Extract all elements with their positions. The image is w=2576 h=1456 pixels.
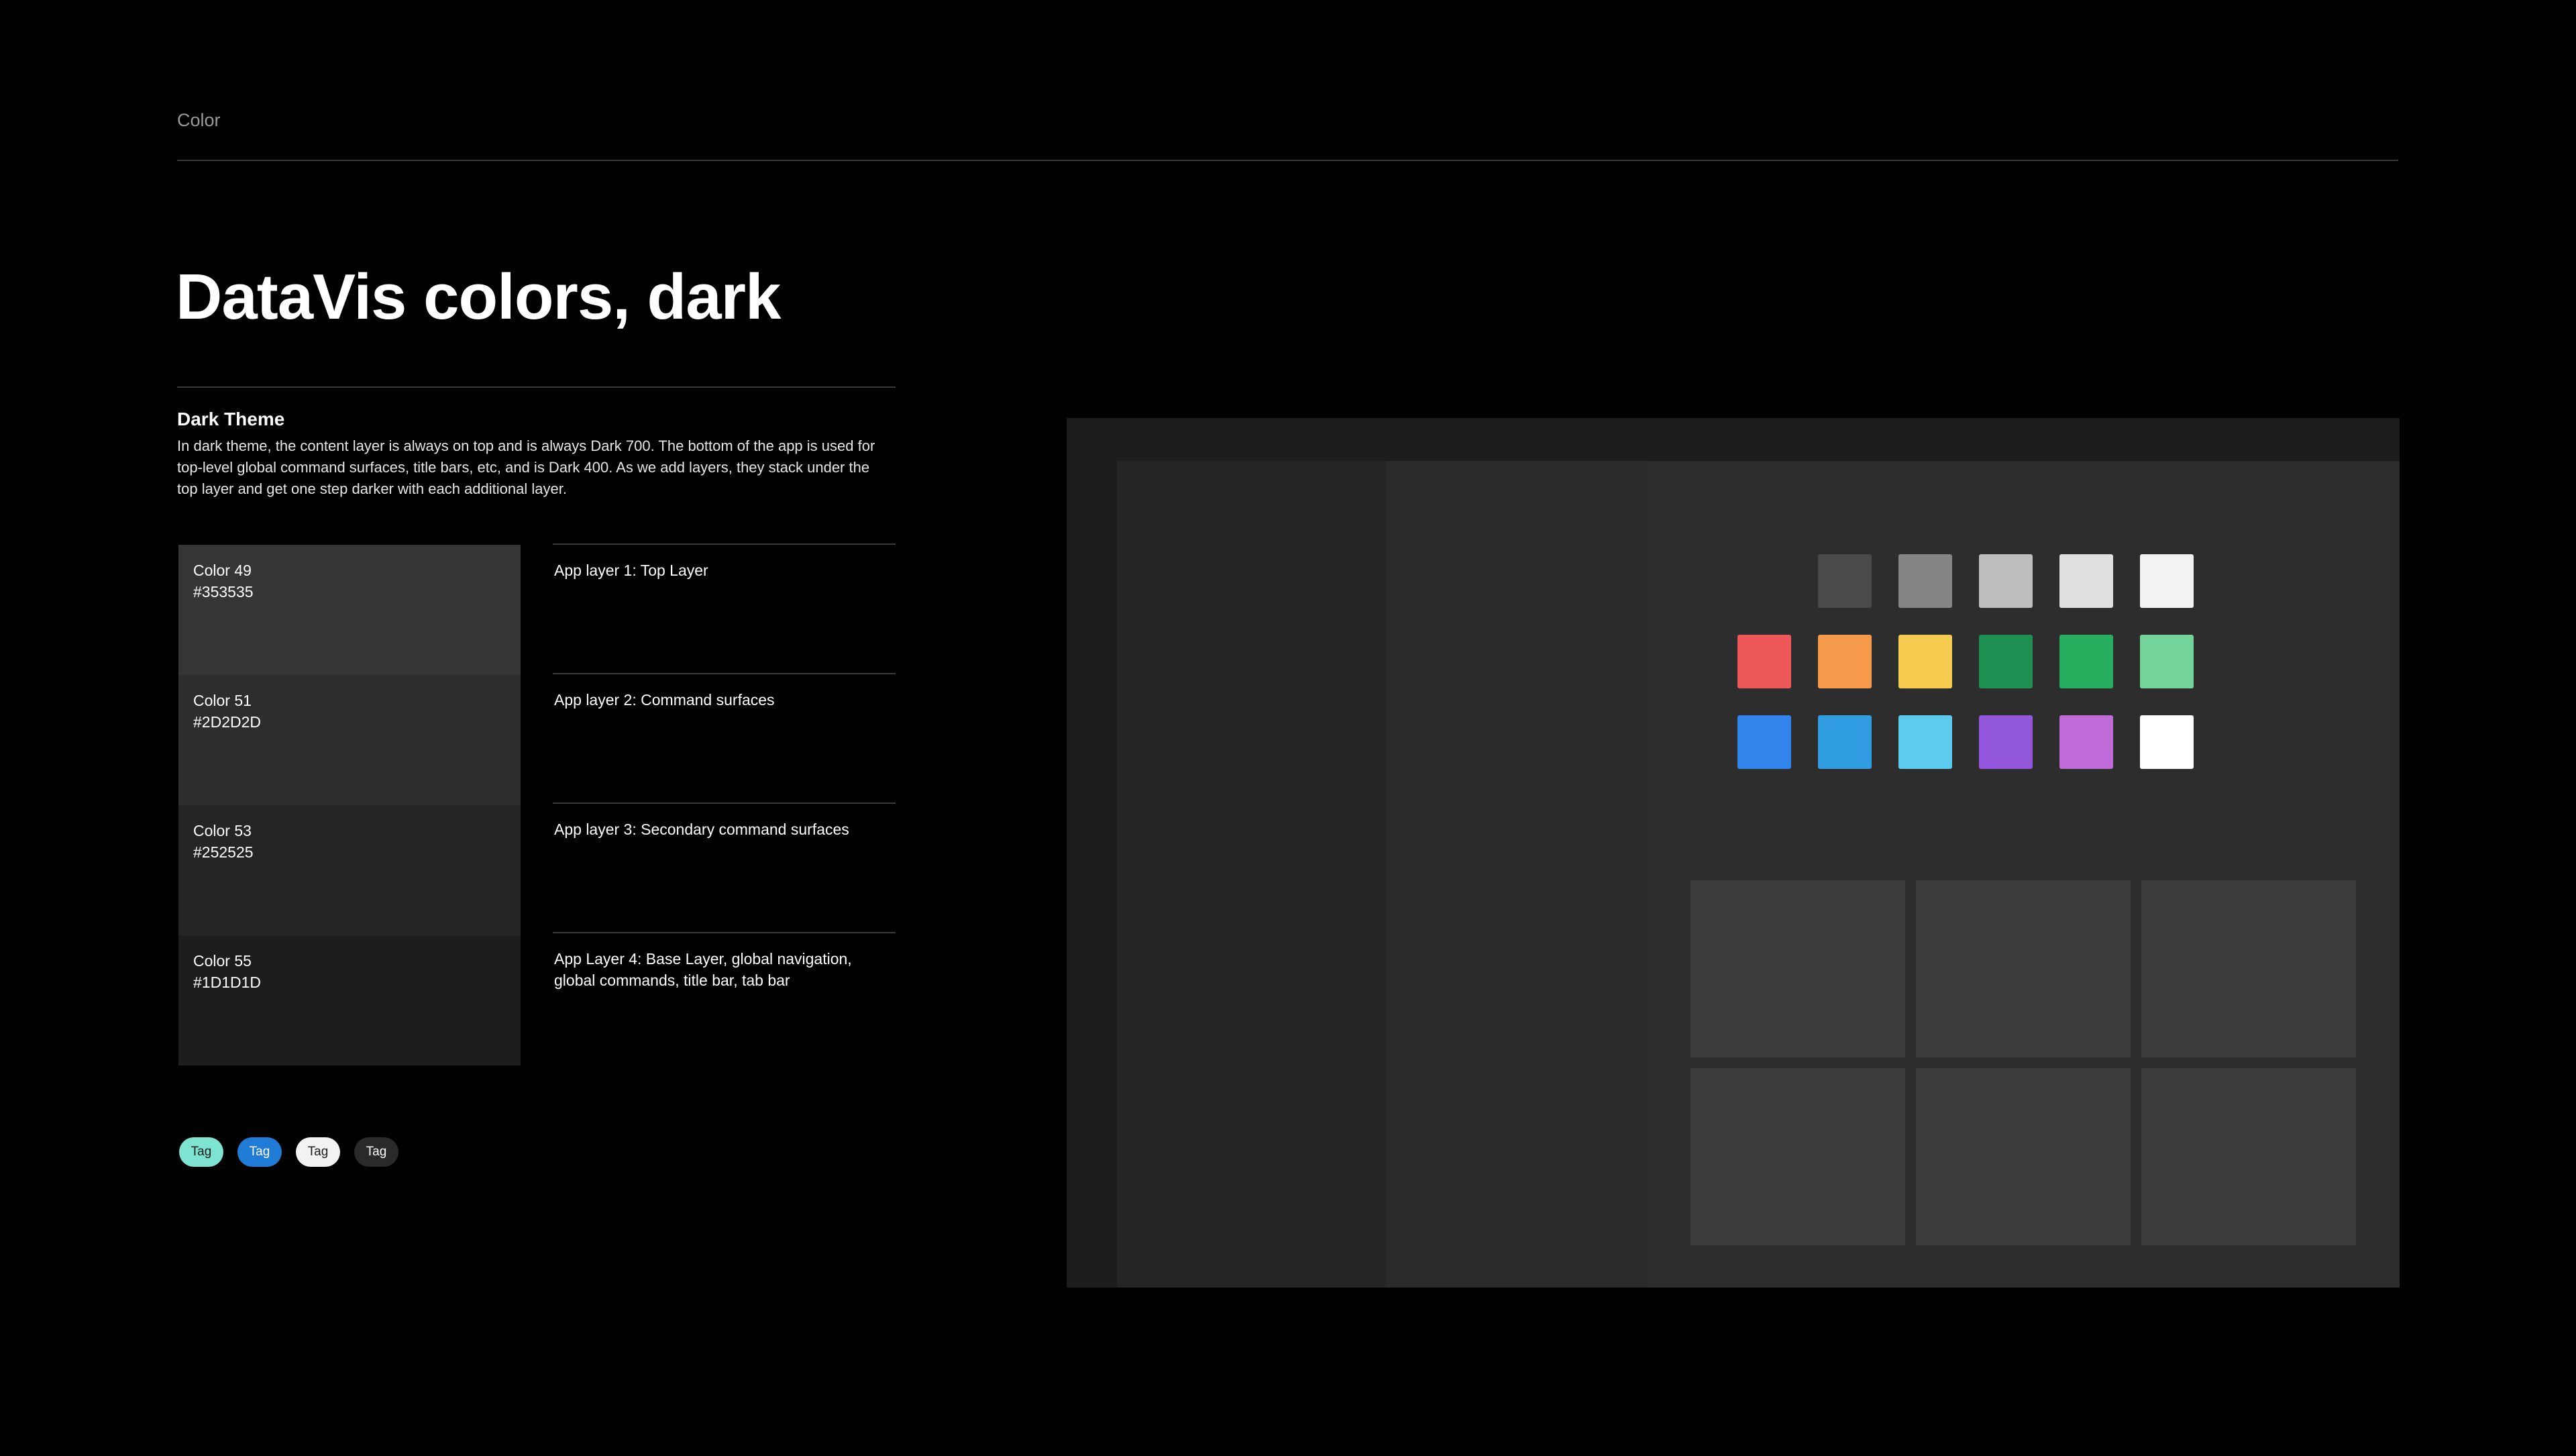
palette-grid (1737, 554, 2194, 769)
top-divider (177, 160, 2398, 161)
palette-swatch (1898, 635, 1952, 688)
tag-white[interactable]: Tag (296, 1137, 340, 1167)
swatch-column: Color 49 #353535 Color 51 #2D2D2D Color … (178, 545, 521, 1065)
palette-swatch (2059, 715, 2113, 769)
layer-label-1: App layer 1: Top Layer (553, 543, 896, 673)
title-divider (177, 386, 896, 388)
swatch-name: Color 49 (193, 562, 252, 579)
section-label: Color (177, 110, 221, 130)
mockup-card (2141, 1068, 2356, 1245)
mockup-cards (1690, 880, 2356, 1245)
layer-column: App layer 1: Top Layer App layer 2: Comm… (553, 543, 896, 1061)
palette-swatch (1737, 554, 1791, 608)
swatch-name: Color 53 (193, 822, 252, 839)
mockup-card (2141, 880, 2356, 1057)
layer-label-3: App layer 3: Secondary command surfaces (553, 802, 896, 932)
palette-swatch (1979, 715, 2033, 769)
palette-swatch (2140, 554, 2194, 608)
swatch-color-53: Color 53 #252525 (178, 805, 521, 935)
swatch-hex: #252525 (193, 843, 254, 861)
tag-dark[interactable]: Tag (354, 1137, 398, 1167)
swatch-color-55: Color 55 #1D1D1D (178, 935, 521, 1065)
swatch-color-51: Color 51 #2D2D2D (178, 675, 521, 805)
theme-heading: Dark Theme (177, 409, 285, 429)
layer-label-4: App Layer 4: Base Layer, global navigati… (553, 932, 896, 1061)
swatch-name: Color 51 (193, 692, 252, 709)
tag-blue[interactable]: Tag (237, 1137, 282, 1167)
mockup-card (1690, 880, 1905, 1057)
layer-label-2: App layer 2: Command surfaces (553, 673, 896, 802)
swatch-hex: #2D2D2D (193, 713, 261, 731)
palette-swatch (1818, 715, 1872, 769)
mockup-command-panel (1385, 461, 1648, 1288)
palette-swatch (2140, 635, 2194, 688)
swatch-name: Color 55 (193, 952, 252, 970)
tag-teal[interactable]: Tag (179, 1137, 223, 1167)
swatch-hex: #1D1D1D (193, 974, 261, 991)
palette-swatch (1898, 715, 1952, 769)
palette-swatch (1737, 635, 1791, 688)
swatch-hex: #353535 (193, 583, 254, 601)
mockup-nav-panel (1117, 461, 1385, 1288)
palette-swatch (2140, 715, 2194, 769)
palette-swatch (1737, 715, 1791, 769)
palette-swatch (1979, 554, 2033, 608)
swatch-color-49: Color 49 #353535 (178, 545, 521, 675)
mockup-card (1916, 880, 2131, 1057)
palette-swatch (1818, 554, 1872, 608)
page-title: DataVis colors, dark (176, 261, 781, 333)
mockup-card (1916, 1068, 2131, 1245)
palette-swatch (2059, 635, 2113, 688)
palette-swatch (1979, 635, 2033, 688)
palette-swatch (2059, 554, 2113, 608)
palette-swatch (1898, 554, 1952, 608)
palette-swatch (1818, 635, 1872, 688)
tag-group: Tag Tag Tag Tag (179, 1137, 398, 1167)
theme-description: In dark theme, the content layer is alwa… (177, 437, 875, 497)
mockup-card (1690, 1068, 1905, 1245)
